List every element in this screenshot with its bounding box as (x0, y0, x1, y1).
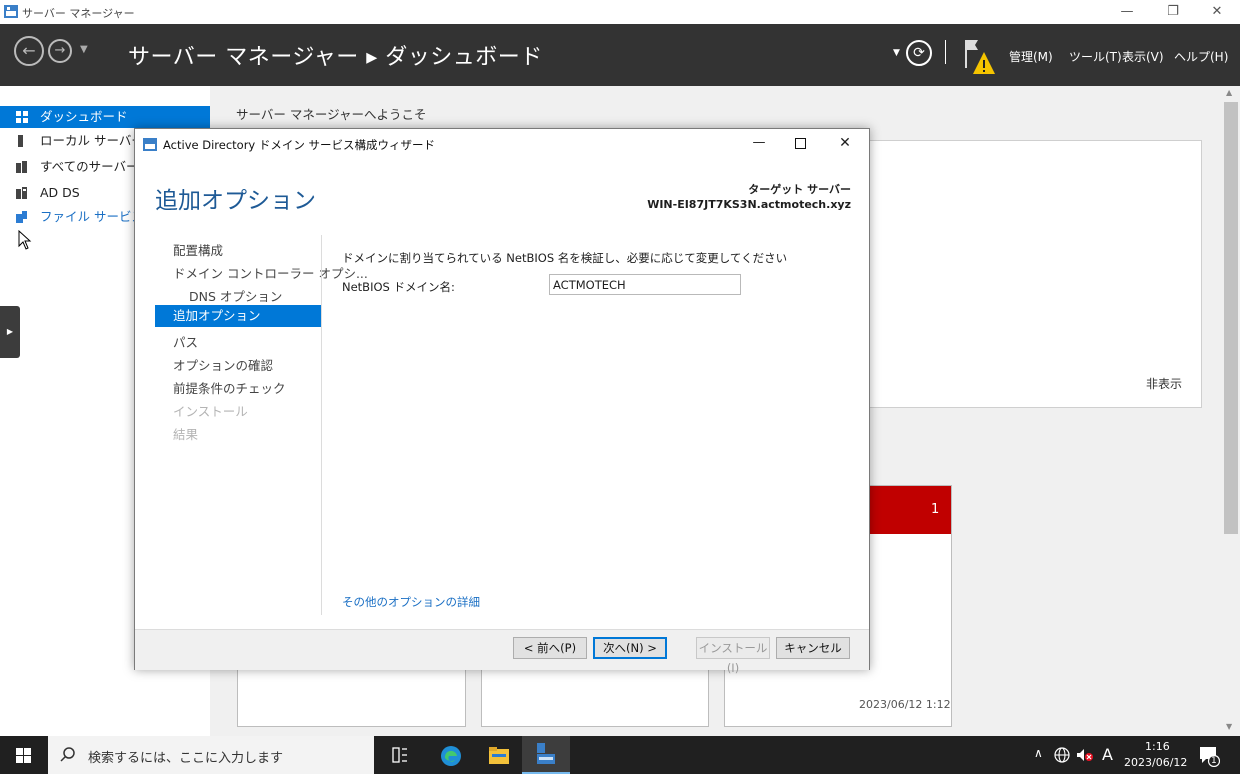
taskbar-server-manager[interactable] (522, 736, 570, 774)
target-server-name: WIN-EI87JT7KS3N.actmotech.xyz (647, 198, 851, 211)
welcome-panel: 非表示 (866, 140, 1202, 408)
sidebar-item-label: ローカル サーバー (40, 133, 144, 148)
tile-badge: 1 (931, 502, 940, 517)
step-dns-options[interactable]: DNS オプション (189, 286, 282, 305)
next-button[interactable]: 次へ(N) > (593, 637, 667, 659)
breadcrumb: サーバー マネージャー ▸ ダッシュボード (128, 45, 543, 70)
ad-ds-icon (16, 187, 27, 199)
file-services-icon (16, 211, 27, 223)
netbios-input[interactable]: ACTMOTECH (549, 274, 741, 295)
scroll-down-icon[interactable]: ▼ (1226, 722, 1232, 731)
dialog-minimize-button[interactable]: — (749, 133, 769, 153)
task-view-icon[interactable] (392, 747, 408, 763)
app-header: ← → ▼ サーバー マネージャー ▸ ダッシュボード ▼ ⟳ 管理(M) ツー… (0, 24, 1240, 86)
menu-tools[interactable]: ツール(T) (1069, 48, 1122, 65)
edge-browser-icon[interactable] (440, 745, 462, 767)
search-icon (60, 747, 75, 762)
ad-ds-config-wizard: Active Directory ドメイン サービス構成ウィザード — ✕ 追加… (134, 128, 870, 675)
menu-view[interactable]: 表示(V) (1122, 48, 1164, 65)
step-paths[interactable]: パス (173, 332, 198, 351)
hide-link[interactable]: 非表示 (1146, 375, 1182, 392)
network-globe-icon[interactable] (1054, 747, 1070, 763)
target-server-label: ターゲット サーバー (748, 183, 851, 196)
expand-panel-button[interactable]: ▶ (0, 306, 20, 358)
ime-indicator[interactable]: A (1102, 745, 1113, 764)
taskbar-search-box[interactable]: 検索するには、ここに入力します (48, 736, 374, 774)
sidebar-item-label: すべてのサーバー (40, 159, 139, 174)
windows-start-icon[interactable] (16, 748, 31, 763)
role-tile[interactable] (481, 668, 709, 727)
server-icon (18, 135, 23, 147)
netbios-label: NetBIOS ドメイン名: (342, 280, 455, 294)
sidebar-item-label: AD DS (40, 185, 80, 200)
page-title: 追加オプション (155, 188, 316, 214)
sidebar-item-dashboard[interactable]: ダッシュボード (0, 106, 210, 128)
header-separator (945, 40, 946, 64)
server-manager-icon (4, 5, 18, 18)
close-button[interactable]: ✕ (1194, 0, 1240, 24)
forward-button[interactable]: → (48, 39, 72, 63)
prev-button[interactable]: < 前へ(P) (513, 637, 587, 659)
tile-timestamp: 2023/06/12 1:12 (859, 698, 951, 711)
server-manager-icon (537, 743, 555, 764)
wizard-app-icon (143, 138, 157, 151)
welcome-title: サーバー マネージャーへようこそ (236, 107, 427, 122)
dialog-title: Active Directory ドメイン サービス構成ウィザード (163, 138, 436, 152)
cancel-button[interactable]: キャンセル (776, 637, 850, 659)
history-chevron-icon[interactable]: ▼ (80, 44, 88, 55)
step-results: 結果 (173, 427, 199, 442)
file-explorer-icon[interactable] (488, 746, 510, 766)
tray-overflow-chevron-icon[interactable]: ∧ (1034, 746, 1043, 760)
role-tile[interactable] (237, 668, 466, 727)
window-titlebar: サーバー マネージャー — ❐ ✕ (0, 0, 1240, 24)
step-additional-options[interactable]: 追加オプション (155, 305, 321, 327)
scrollbar-thumb[interactable] (1224, 102, 1238, 534)
more-options-link[interactable]: その他のオプションの詳細 (342, 594, 480, 610)
minimize-button[interactable]: — (1104, 0, 1150, 24)
clock-time[interactable]: 1:16 (1145, 740, 1170, 753)
dropdown-chevron-icon[interactable]: ▼ (893, 48, 900, 58)
dialog-maximize-button[interactable] (791, 134, 809, 152)
install-button: インストール(I) (696, 637, 770, 675)
instruction-text: ドメインに割り当てられている NetBIOS 名を検証し、必要に応じて変更してく… (342, 251, 788, 265)
mouse-cursor-icon (18, 230, 32, 250)
scroll-up-icon[interactable]: ▲ (1226, 88, 1232, 97)
step-install: インストール (173, 404, 248, 419)
step-prereq-check[interactable]: 前提条件のチェック (173, 378, 286, 397)
step-review[interactable]: オプションの確認 (173, 355, 273, 374)
volume-muted-icon[interactable] (1076, 748, 1094, 762)
back-button[interactable]: ← (14, 36, 44, 66)
menu-manage[interactable]: 管理(M) (1009, 48, 1053, 65)
step-deployment[interactable]: 配置構成 (173, 240, 223, 259)
dashboard-icon (16, 111, 28, 123)
step-divider (321, 235, 322, 615)
sidebar-item-label: ダッシュボード (40, 109, 128, 124)
menu-help[interactable]: ヘルプ(H) (1174, 48, 1228, 65)
netbios-value: ACTMOTECH (553, 278, 626, 292)
restore-button[interactable]: ❐ (1150, 0, 1196, 24)
clock-date[interactable]: 2023/06/12 (1124, 756, 1187, 769)
notification-flag-icon[interactable] (962, 36, 996, 76)
servers-icon (16, 161, 27, 173)
notification-count: 1 (1211, 756, 1217, 766)
search-placeholder: 検索するには、ここに入力します (88, 751, 284, 766)
step-dc-options[interactable]: ドメイン コントローラー オプシ... (173, 263, 368, 282)
window-title: サーバー マネージャー (22, 7, 135, 20)
dialog-close-button[interactable]: ✕ (835, 133, 855, 153)
refresh-icon[interactable]: ⟳ (906, 40, 932, 66)
